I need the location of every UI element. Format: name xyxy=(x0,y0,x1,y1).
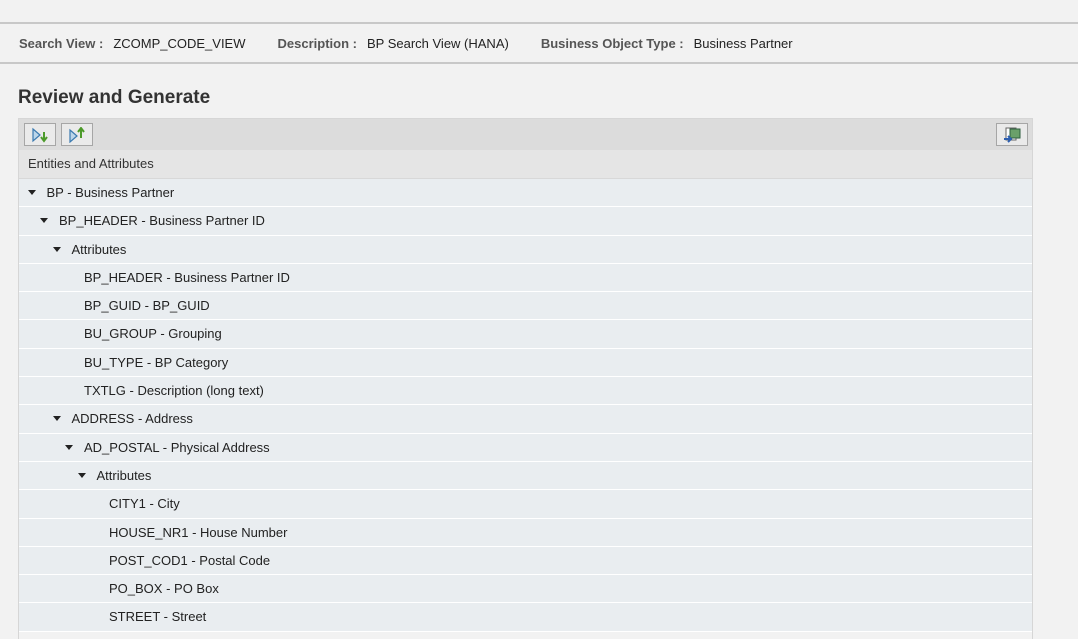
toolbar xyxy=(19,119,1032,150)
tree-leaf-row[interactable]: POST_COD1 - Postal Code xyxy=(19,546,1032,576)
tree-node-row[interactable]: BP - Business Partner xyxy=(19,179,1032,208)
tree-leaf-row[interactable]: PO_BOX - PO Box xyxy=(19,575,1032,604)
tree-leaf-row[interactable]: HOUSE_NR1 - House Number xyxy=(19,518,1032,547)
export-spreadsheet-icon xyxy=(1004,127,1021,143)
tree-row-label: STREET - Street xyxy=(109,609,207,625)
tree-row-label: POST_COD1 - Postal Code xyxy=(109,552,271,568)
tree-node-row[interactable]: BP_HEADER - Business Partner ID xyxy=(19,207,1032,236)
expand-all-button[interactable] xyxy=(24,123,56,146)
tree-leaf-row[interactable]: STREET - Street xyxy=(19,603,1032,632)
tree-row-label: BU_TYPE - BP Category xyxy=(84,354,229,370)
tree-row-label: BU_GROUP - Grouping xyxy=(84,326,222,342)
tree-row-label: PO_BOX - PO Box xyxy=(109,581,219,597)
column-header-entities: Entities and Attributes xyxy=(19,150,1032,179)
expand-down-icon xyxy=(32,127,48,143)
search-view-label: Search View : xyxy=(19,35,104,51)
search-view-value: ZCOMP_CODE_VIEW xyxy=(113,35,246,51)
collapse-all-button[interactable] xyxy=(61,123,93,146)
tree-node-row[interactable]: ADDRESS - Address xyxy=(19,405,1032,434)
tree-row-label: CITY1 - City xyxy=(109,496,180,512)
info-bar: Search View : ZCOMP_CODE_VIEW Descriptio… xyxy=(0,24,1078,64)
tree-leaf-row[interactable]: CITY1 - City xyxy=(19,490,1032,519)
tree-leaf-row[interactable]: TXTLG - Description (long text) xyxy=(19,377,1032,406)
tree-row-label: BP_HEADER - Business Partner ID xyxy=(84,269,290,285)
tree-leaf-row[interactable]: BU_TYPE - BP Category xyxy=(19,348,1032,378)
tree-row-label: TXTLG - Description (long text) xyxy=(84,383,264,399)
description-value: BP Search View (HANA) xyxy=(366,35,509,51)
entities-tree-table: Entities and Attributes BP - Business Pa… xyxy=(18,118,1033,639)
tree-leaf-row[interactable]: BP_GUID - BP_GUID xyxy=(19,292,1032,321)
bo-type-label: Business Object Type : xyxy=(540,35,684,51)
expand-triangle-icon[interactable] xyxy=(52,416,61,422)
tree-row-label: Attributes xyxy=(96,467,152,483)
export-button[interactable] xyxy=(996,123,1028,146)
tree-leaf-row[interactable]: BP_HEADER - Business Partner ID xyxy=(19,263,1032,293)
tree-row-label: HOUSE_NR1 - House Number xyxy=(109,524,288,540)
tree-row-label: BP_HEADER - Business Partner ID xyxy=(59,213,265,229)
page-title: Review and Generate xyxy=(18,87,211,108)
tree-row-label: Attributes xyxy=(71,241,127,257)
tree-row-label: AD_POSTAL - Physical Address xyxy=(84,439,270,455)
collapse-up-icon xyxy=(69,126,85,143)
tree-node-row[interactable]: Attributes xyxy=(19,461,1032,491)
expand-triangle-icon[interactable] xyxy=(40,218,48,224)
tree-row-label: BP - Business Partner xyxy=(46,185,175,200)
tree-leaf-row[interactable]: BU_GROUP - Grouping xyxy=(19,320,1032,349)
description-label: Description : xyxy=(277,35,357,51)
bo-type-value: Business Partner xyxy=(693,35,793,51)
expand-triangle-icon[interactable] xyxy=(77,472,86,478)
tree-row-label: BP_GUID - BP_GUID xyxy=(84,298,210,314)
expand-triangle-icon[interactable] xyxy=(65,444,73,450)
tree-row-label: ADDRESS - Address xyxy=(71,411,193,427)
expand-triangle-icon[interactable] xyxy=(27,190,36,195)
tree-node-row[interactable]: Attributes xyxy=(19,235,1032,264)
expand-triangle-icon[interactable] xyxy=(52,246,61,252)
tree-node-row[interactable]: AD_POSTAL - Physical Address xyxy=(19,433,1032,462)
